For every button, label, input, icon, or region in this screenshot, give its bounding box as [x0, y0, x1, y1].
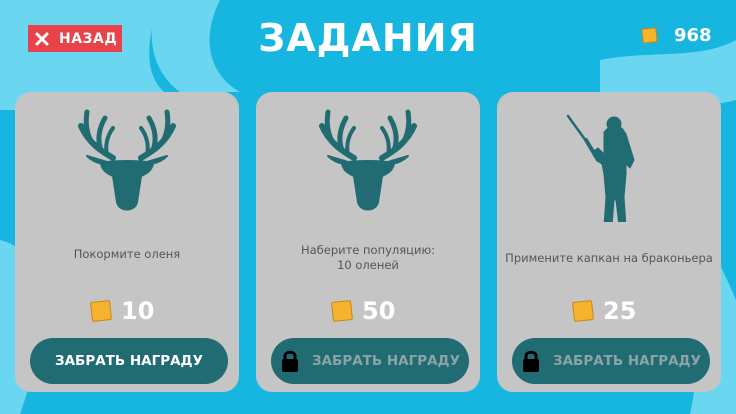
task-reward: 10	[90, 297, 155, 325]
reward-amount: 50	[362, 297, 396, 325]
coin-count: 968	[674, 24, 712, 46]
deer-head-icon	[319, 109, 417, 211]
claim-reward-button[interactable]: ЗАБРАТЬ НАГРАДУ	[30, 338, 228, 384]
coin-icon	[641, 26, 658, 44]
reward-amount: 25	[603, 297, 637, 325]
claim-reward-label: ЗАБРАТЬ НАГРАДУ	[553, 353, 701, 369]
task-card-population: Наберите популяцию: 10 оленей 50 ЗАБРАТЬ…	[256, 92, 480, 392]
claim-reward-button-locked[interactable]: ЗАБРАТЬ НАГРАДУ	[271, 338, 469, 384]
coin-balance: 968	[641, 24, 712, 46]
claim-reward-label: ЗАБРАТЬ НАГРАДУ	[312, 353, 460, 369]
lock-icon	[523, 350, 539, 372]
coin-icon	[90, 300, 112, 322]
coin-icon	[572, 300, 594, 322]
task-description: Примените капкан на браконьера	[505, 251, 713, 265]
poacher-icon	[566, 114, 635, 222]
task-description: Наберите популяцию: 10 оленей	[300, 243, 436, 272]
lock-icon	[282, 350, 298, 372]
task-card-trap-poacher: Примените капкан на браконьера 25 ЗАБРАТ…	[497, 92, 721, 392]
task-description: Покормите оленя	[73, 247, 181, 261]
claim-reward-button-locked[interactable]: ЗАБРАТЬ НАГРАДУ	[512, 338, 710, 384]
task-card-feed-deer: Покормите оленя 10 ЗАБРАТЬ НАГРАДУ	[15, 92, 239, 392]
claim-reward-label: ЗАБРАТЬ НАГРАДУ	[55, 353, 203, 369]
task-reward: 25	[572, 297, 637, 325]
coin-icon	[331, 300, 353, 322]
task-reward: 50	[331, 297, 396, 325]
reward-amount: 10	[121, 297, 155, 325]
page-title: ЗАДАНИЯ	[258, 16, 478, 60]
deer-head-icon	[78, 109, 176, 211]
